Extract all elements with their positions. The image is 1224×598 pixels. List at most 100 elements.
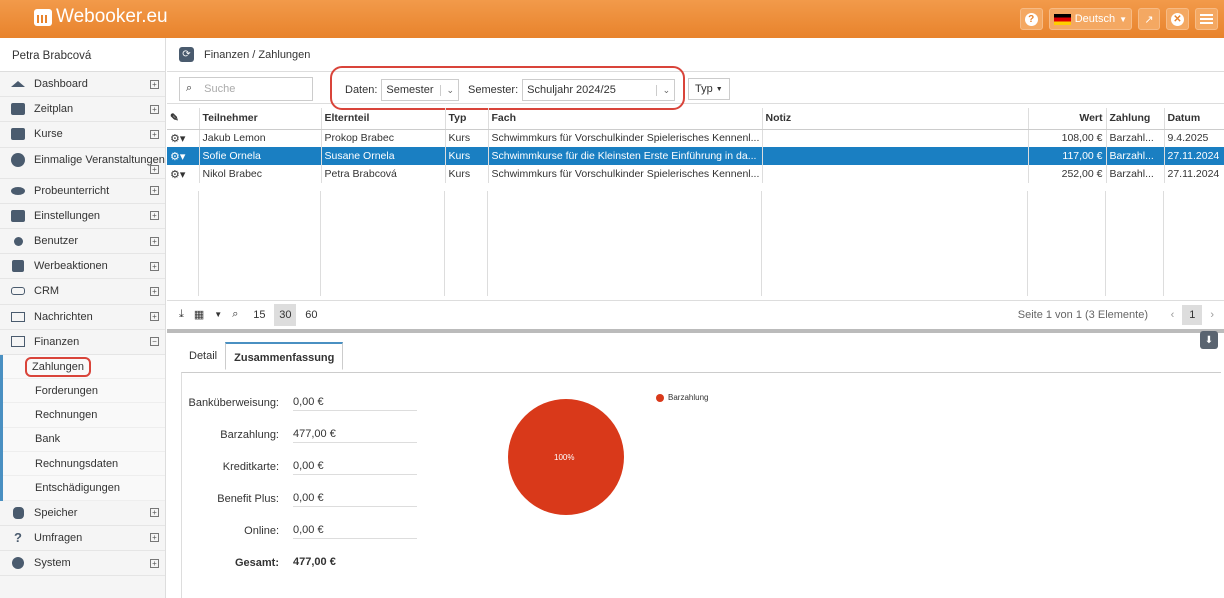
question-icon: ?: [14, 530, 22, 546]
cell-datum: 9.4.2025: [1164, 129, 1224, 147]
language-dropdown[interactable]: Deutsch ▼: [1048, 8, 1132, 30]
sidebar-item-benutzer[interactable]: Benutzer +: [0, 229, 165, 255]
edit-column-header[interactable]: ✎: [167, 108, 200, 130]
expand-icon[interactable]: +: [150, 164, 159, 174]
expand-icon[interactable]: +: [150, 186, 159, 196]
gear-icon[interactable]: ⚙▾: [170, 133, 185, 145]
menu-button[interactable]: [1195, 8, 1218, 30]
daten-select[interactable]: Semester ⌄: [381, 79, 460, 101]
cell-fach: Schwimmkurs für Vorschulkinder Spieleris…: [488, 165, 763, 183]
expand-icon[interactable]: +: [150, 129, 159, 139]
row-actions[interactable]: ⚙▾: [167, 147, 200, 165]
sidebar-item-einstellungen[interactable]: Einstellungen +: [0, 204, 165, 229]
sidebar-item-zeitplan[interactable]: Zeitplan +: [0, 97, 165, 123]
soccer-icon: [10, 153, 26, 168]
export-icon[interactable]: ⤓: [179, 308, 184, 321]
table-row[interactable]: ⚙▾ Jakub Lemon Prokop Brabec Kurs Schwim…: [167, 129, 1224, 147]
search-input[interactable]: [204, 82, 295, 95]
typ-dropdown[interactable]: Typ ▼: [688, 78, 730, 100]
expand-icon[interactable]: +: [150, 236, 159, 246]
help-button[interactable]: ?: [1019, 8, 1043, 30]
expand-icon[interactable]: +: [150, 286, 159, 296]
cell-elternteil: Susane Ornela: [321, 147, 446, 165]
summary-label: Banküberweisung:: [188, 397, 279, 409]
expand-icon[interactable]: +: [150, 533, 159, 543]
pager: ⤓ ▦ ▼ ⌕ 15 30 60 Seite 1 von 1 (3 Elemen…: [167, 300, 1224, 328]
top-bar: Webooker.eu ? Deutsch ▼ ↗ ✕: [0, 0, 1224, 38]
daten-value: Semester: [386, 84, 434, 96]
gear-icon[interactable]: ⚙▾: [170, 151, 185, 163]
caret-down-icon[interactable]: ▼: [214, 310, 222, 319]
column-header-wert[interactable]: Wert: [1028, 108, 1107, 130]
breadcrumb: ⟳ Finanzen / Zahlungen: [167, 38, 1224, 72]
money-icon: [10, 335, 26, 348]
summary-value: 0,00 €: [293, 460, 417, 475]
semester-select[interactable]: Schuljahr 2024/25 ⌄: [522, 79, 676, 101]
column-header-elternteil[interactable]: Elternteil: [321, 108, 446, 130]
collapse-icon[interactable]: −: [150, 337, 159, 347]
sidebar-subitem-rechnungsdaten[interactable]: Rechnungsdaten: [3, 452, 165, 477]
current-page[interactable]: 1: [1182, 304, 1203, 325]
refresh-icon[interactable]: ⟳: [179, 47, 194, 62]
sidebar-item-werbeaktionen[interactable]: Werbeaktionen +: [0, 254, 165, 280]
column-header-teilnehmer[interactable]: Teilnehmer: [199, 108, 322, 130]
external-link-button[interactable]: ↗: [1138, 8, 1160, 30]
sidebar-subitem-bank[interactable]: Bank: [3, 428, 165, 453]
sidebar-subitem-rechnungen[interactable]: Rechnungen: [3, 403, 165, 428]
expand-icon[interactable]: +: [150, 558, 159, 568]
daten-label: Daten:: [345, 84, 378, 96]
search-box[interactable]: ⌕: [179, 76, 313, 101]
sidebar-item-speicher[interactable]: Speicher +: [0, 501, 165, 526]
page-size-30[interactable]: 30: [274, 303, 297, 326]
sidebar-item-crm[interactable]: CRM +: [0, 279, 165, 305]
table-row[interactable]: ⚙▾ Nikol Brabec Petra Brabcová Kurs Schw…: [167, 165, 1224, 183]
table-row-selected[interactable]: ⚙▾ Sofie Ornela Susane Ornela Kurs Schwi…: [167, 147, 1224, 165]
column-header-typ[interactable]: Typ: [445, 108, 489, 130]
expand-icon[interactable]: +: [150, 261, 159, 271]
sidebar-subitem-forderungen[interactable]: Forderungen: [3, 379, 165, 404]
cell-fach: Schwimmkurs für Vorschulkinder Spieleris…: [488, 129, 763, 147]
sidebar-item-system[interactable]: System +: [0, 551, 165, 577]
sidebar-item-dashboard[interactable]: Dashboard +: [0, 72, 165, 98]
sidebar-subitem-entschaedigungen[interactable]: Entschädigungen: [3, 476, 165, 501]
sidebar-subitem-zahlungen[interactable]: Zahlungen: [3, 355, 165, 380]
envelope-icon: [10, 310, 26, 323]
column-header-notiz[interactable]: Notiz: [762, 108, 1029, 130]
page-size-60[interactable]: 60: [300, 304, 322, 326]
sidebar-item-kurse[interactable]: Kurse +: [0, 122, 165, 148]
cogs-icon: [10, 557, 26, 570]
expand-icon[interactable]: +: [150, 312, 159, 322]
chart-legend: Barzahlung: [656, 393, 708, 402]
sidebar-item-nachrichten[interactable]: Nachrichten +: [0, 305, 165, 330]
search-icon[interactable]: ⌕: [232, 308, 238, 321]
column-header-zahlung[interactable]: Zahlung: [1106, 108, 1165, 130]
panel-splitter[interactable]: [167, 329, 1224, 333]
sidebar: Petra Brabcová Dashboard + Zeitplan + Ku…: [0, 38, 166, 598]
row-actions[interactable]: ⚙▾: [167, 129, 200, 147]
tab-zusammenfassung[interactable]: Zusammenfassung: [225, 342, 344, 370]
sidebar-item-einmalige-veranstaltungen[interactable]: Einmalige Veranstaltungen +: [0, 148, 165, 179]
row-actions[interactable]: ⚙▾: [167, 165, 200, 183]
chevron-left-icon[interactable]: ‹: [1171, 309, 1175, 321]
expand-icon[interactable]: +: [150, 79, 159, 89]
logo[interactable]: Webooker.eu: [34, 6, 168, 28]
sidebar-item-umfragen[interactable]: ? Umfragen +: [0, 526, 165, 552]
tab-detail[interactable]: Detail: [181, 342, 225, 370]
gear-icon[interactable]: ⚙▾: [170, 169, 185, 181]
page-size-15[interactable]: 15: [248, 304, 270, 326]
arrow-down-circle-icon[interactable]: ⬇: [1200, 331, 1218, 349]
sidebar-item-finanzen[interactable]: Finanzen −: [0, 330, 165, 355]
summary-row: Kreditkarte: 0,00 €: [182, 457, 432, 477]
summary-label: Barzahlung:: [220, 429, 279, 441]
column-header-datum[interactable]: Datum: [1164, 108, 1224, 130]
grid-icon[interactable]: ▦: [194, 308, 204, 321]
expand-icon[interactable]: +: [150, 211, 159, 221]
column-header-fach[interactable]: Fach: [488, 108, 763, 130]
expand-icon[interactable]: +: [150, 508, 159, 518]
close-button[interactable]: ✕: [1166, 8, 1189, 30]
expand-icon[interactable]: +: [150, 104, 159, 114]
sidebar-item-probeunterricht[interactable]: Probeunterricht +: [0, 179, 165, 204]
chevron-right-icon[interactable]: ›: [1210, 309, 1214, 321]
cell-teilnehmer: Jakub Lemon: [199, 129, 322, 147]
sidebar-item-label: Speicher: [34, 506, 78, 519]
